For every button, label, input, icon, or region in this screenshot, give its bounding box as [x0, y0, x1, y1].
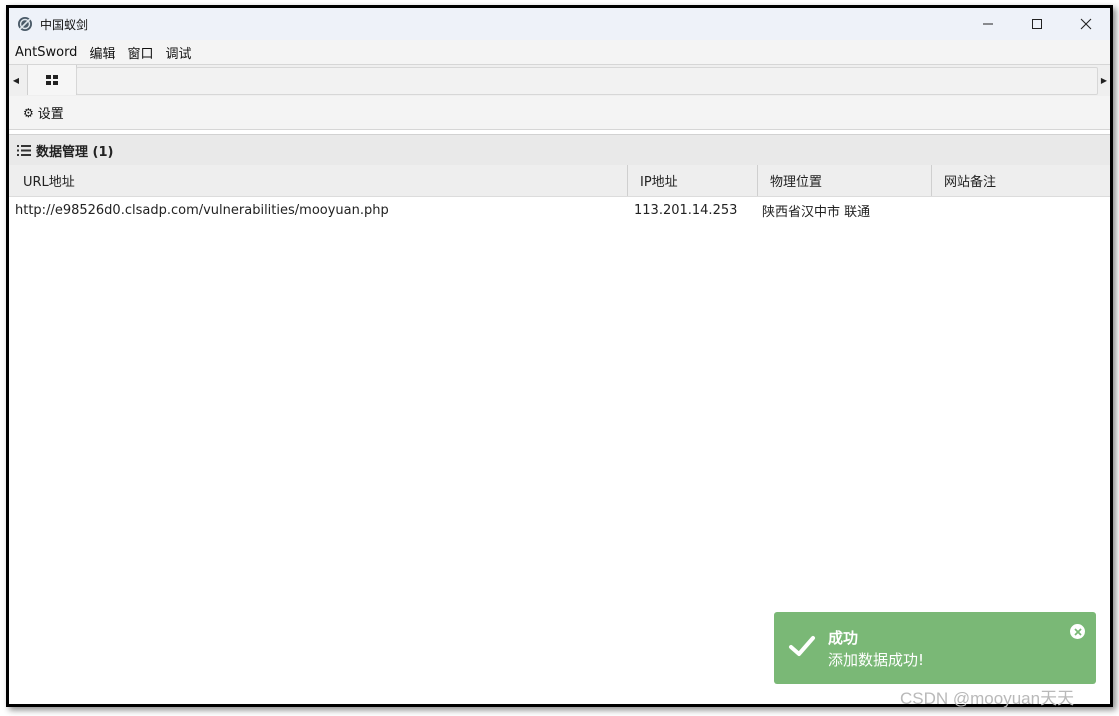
title-bar: 中国蚁剑 [9, 8, 1110, 40]
settings-button[interactable]: ⚙ 设置 [23, 103, 64, 123]
grid-icon [46, 75, 58, 85]
maximize-button[interactable] [1012, 8, 1061, 40]
table-header: URL地址 IP地址 物理位置 网站备注 [9, 165, 1110, 197]
toast-close-button[interactable] [1070, 624, 1085, 639]
gear-icon: ⚙ [23, 105, 34, 120]
app-window: 中国蚁剑 AntSword 编辑 窗口 调试 ◀ ▶ ⚙ 设置 数据管理 (1)… [6, 5, 1113, 707]
tab-home[interactable] [27, 65, 77, 95]
cell-ip: 113.201.14.253 [634, 202, 738, 218]
close-button[interactable] [1061, 8, 1110, 40]
table-row[interactable]: http://e98526d0.clsadp.com/vulnerabiliti… [9, 197, 1110, 223]
settings-label: 设置 [37, 107, 64, 122]
window-title: 中国蚁剑 [40, 17, 89, 32]
cell-location: 陕西省汉中市 联通 [762, 204, 871, 220]
tab-scroll-left-button[interactable]: ◀ [9, 65, 23, 96]
window-controls [963, 8, 1110, 40]
success-toast: 成功 添加数据成功! [774, 612, 1096, 684]
antsword-logo-icon [17, 16, 33, 32]
menu-antsword[interactable]: AntSword [9, 45, 83, 60]
toolbar: ⚙ 设置 [9, 96, 1110, 130]
menu-window[interactable]: 窗口 [121, 43, 159, 62]
tab-bar: ◀ ▶ [9, 64, 1110, 97]
watermark: CSDN @mooyuan天天 [900, 689, 1075, 708]
column-header-ip[interactable]: IP地址 [628, 165, 758, 196]
menu-bar: AntSword 编辑 窗口 调试 [9, 40, 1110, 64]
close-icon [1073, 627, 1082, 636]
list-icon [17, 144, 31, 156]
maximize-icon [1031, 19, 1042, 29]
minimize-icon [982, 23, 993, 25]
menu-edit[interactable]: 编辑 [83, 43, 121, 62]
menu-debug[interactable]: 调试 [159, 43, 197, 62]
toast-message: 添加数据成功! [828, 651, 925, 669]
close-icon [1080, 18, 1091, 30]
cell-url: http://e98526d0.clsadp.com/vulnerabiliti… [15, 202, 389, 218]
panel-title: 数据管理 (1) [36, 144, 114, 160]
column-header-note[interactable]: 网站备注 [932, 165, 1110, 196]
tab-scroll-right-button[interactable]: ▶ [1098, 65, 1110, 96]
toast-title: 成功 [828, 629, 859, 647]
check-icon [788, 634, 816, 662]
tab-strip [76, 67, 1098, 95]
column-header-location[interactable]: 物理位置 [758, 165, 932, 196]
data-management-header: 数据管理 (1) [9, 134, 1110, 166]
minimize-button[interactable] [963, 8, 1012, 40]
column-header-url[interactable]: URL地址 [9, 165, 628, 196]
